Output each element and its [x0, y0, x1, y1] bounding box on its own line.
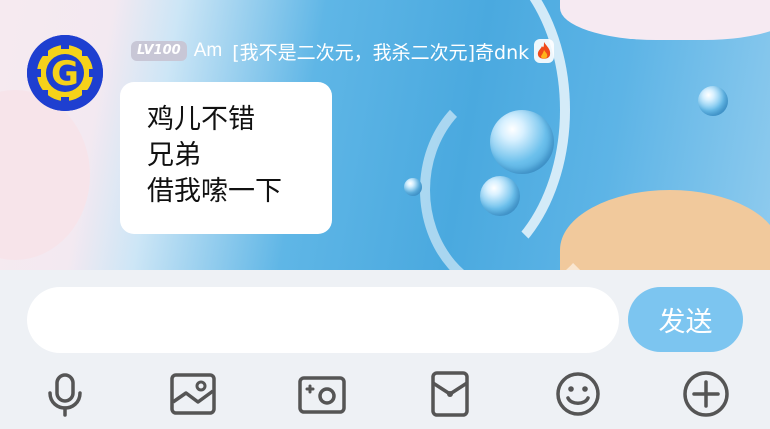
camera-icon[interactable] [297, 369, 347, 419]
avatar-logo: G [27, 35, 103, 111]
red-envelope-icon[interactable] [425, 369, 475, 419]
message-line: 兄弟 [147, 140, 201, 171]
microphone-icon[interactable] [40, 369, 90, 419]
sender-header: LV100 Am [我不是二次元，我杀二次元]奇dnk [131, 38, 555, 64]
level-badge: LV100 [131, 41, 187, 61]
fire-icon [534, 39, 555, 63]
message-input[interactable] [27, 287, 619, 353]
emoji-icon[interactable] [553, 369, 603, 419]
sender-avatar[interactable]: G [27, 35, 103, 111]
message-bubble[interactable]: 鸡儿不错 兄弟 借我嗦一下 [120, 82, 332, 234]
sender-nickname[interactable]: Am [194, 40, 223, 62]
message-line: 鸡儿不错 [147, 104, 255, 135]
image-icon[interactable] [168, 369, 218, 419]
avatar-letter: G [51, 54, 79, 94]
send-button[interactable]: 发送 [628, 287, 743, 352]
group-title-badge: [我不是二次元，我杀二次元]奇dnk [232, 41, 530, 64]
message-line: 借我嗦一下 [147, 176, 282, 207]
plus-icon[interactable] [681, 369, 731, 419]
